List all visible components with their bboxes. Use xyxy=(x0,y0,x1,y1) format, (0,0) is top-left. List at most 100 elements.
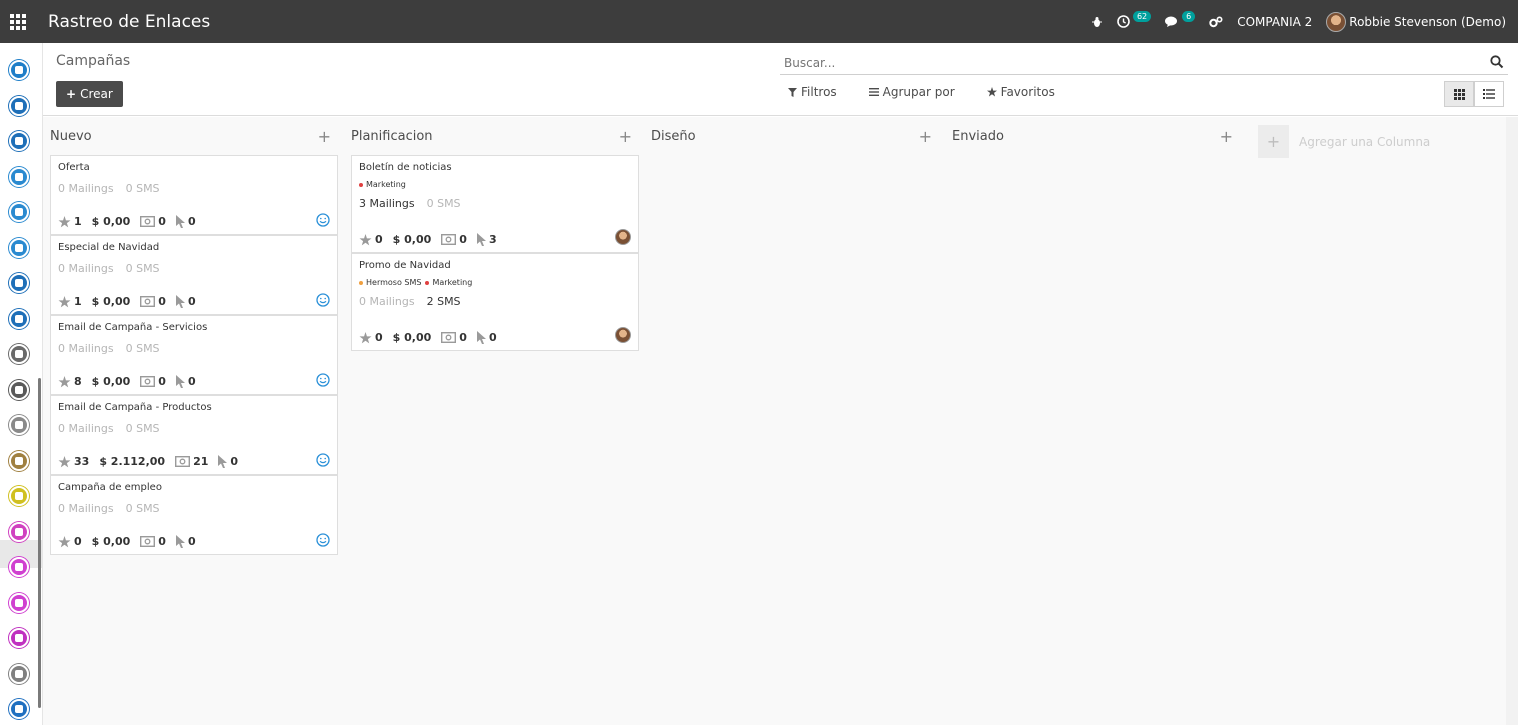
messages-button[interactable]: 6 xyxy=(1165,11,1196,28)
add-column[interactable]: + Agregar una Columna xyxy=(1258,125,1430,158)
sms-count[interactable]: 0 SMS xyxy=(126,262,160,275)
campaign-card[interactable]: Especial de Navidad 0 Mailings 0 SMS 1 $ 0,0… xyxy=(50,235,338,315)
settings-gear-icon[interactable] xyxy=(9,344,29,364)
column-header[interactable]: Planificacion + xyxy=(344,117,634,155)
tools-icon[interactable] xyxy=(9,379,29,400)
column-quick-add-icon[interactable]: + xyxy=(318,127,331,146)
favorites-dropdown[interactable]: Favoritos xyxy=(986,85,1055,99)
column-quick-add-icon[interactable]: + xyxy=(919,127,932,146)
kanban-column: Enviado + xyxy=(945,117,1235,155)
clicks-value: 0 xyxy=(187,375,196,388)
column-header[interactable]: Diseño + xyxy=(644,117,934,155)
search-input[interactable] xyxy=(780,55,1480,70)
add-column-label: Agregar una Columna xyxy=(1299,134,1431,149)
badge-icon[interactable] xyxy=(9,450,29,471)
filters-label: Filtros xyxy=(801,85,837,99)
sms-count[interactable]: 0 SMS xyxy=(126,342,160,355)
mailings-count[interactable]: 3 Mailings xyxy=(359,197,415,210)
user-menu[interactable]: Robbie Stevenson (Demo) xyxy=(1326,11,1506,32)
screen-glyph xyxy=(15,705,23,713)
create-button[interactable]: + Crear xyxy=(56,81,123,107)
grid-icon xyxy=(1453,88,1465,100)
smiley-status-icon[interactable] xyxy=(316,533,330,547)
website-icon[interactable] xyxy=(9,166,29,187)
stat-clicks: 3 xyxy=(476,233,497,246)
calendar-icon[interactable] xyxy=(9,415,29,435)
apps-menu-icon[interactable] xyxy=(0,0,36,43)
tag: Marketing xyxy=(425,278,472,287)
settings-gears-icon[interactable] xyxy=(1209,15,1223,28)
screen-icon[interactable] xyxy=(9,699,29,719)
company-switcher[interactable]: COMPANIA 2 xyxy=(1237,15,1312,29)
van-icon[interactable] xyxy=(9,308,29,329)
stat-revenue: $ 0,00 xyxy=(92,215,131,228)
stat-stars: 0 xyxy=(58,535,82,548)
stat-revenue: $ 0,00 xyxy=(393,331,432,344)
stat-quotes: 0 xyxy=(140,375,166,388)
globe-icon[interactable] xyxy=(9,202,29,222)
campaign-card[interactable]: Email de Campaña - Productos 0 Mailings 0 … xyxy=(50,395,338,475)
campaign-card[interactable]: Email de Campaña - Servicios 0 Mailings 0 … xyxy=(50,315,338,395)
activity-button[interactable]: 62 xyxy=(1117,11,1152,28)
smiley-status-icon[interactable] xyxy=(316,293,330,307)
responsible-avatar[interactable] xyxy=(615,327,631,343)
quotes-value: 21 xyxy=(193,455,209,468)
rocket-icon[interactable] xyxy=(9,273,29,293)
mailings-count[interactable]: 0 Mailings xyxy=(58,182,114,195)
list-view-button[interactable] xyxy=(1474,81,1504,107)
stat-clicks: 0 xyxy=(175,295,196,308)
stat-clicks: 0 xyxy=(175,535,196,548)
campaign-card[interactable]: Oferta 0 Mailings 0 SMS 1 $ 0,00 0 0 xyxy=(50,155,338,235)
campaign-title: Boletín de noticias xyxy=(359,162,452,173)
kanban-view-button[interactable] xyxy=(1444,81,1474,107)
mailings-count[interactable]: 0 Mailings xyxy=(58,422,114,435)
campaign-title: Especial de Navidad xyxy=(58,242,160,253)
campaign-card[interactable]: Campaña de empleo 0 Mailings 0 SMS 0 $ 0,00 0… xyxy=(50,475,338,555)
column-quick-add-icon[interactable]: + xyxy=(1220,127,1233,146)
column-quick-add-icon[interactable]: + xyxy=(619,127,632,146)
smiley-status-icon[interactable] xyxy=(316,373,330,387)
star-icon xyxy=(58,375,71,387)
stat-stars: 1 xyxy=(58,295,82,308)
van-glyph xyxy=(15,314,23,323)
filters-dropdown[interactable]: Filtros xyxy=(788,85,837,99)
column-header[interactable]: Enviado + xyxy=(945,117,1235,155)
responsible-avatar[interactable] xyxy=(615,229,631,245)
column-header[interactable]: Nuevo + xyxy=(43,117,333,155)
bars-icon xyxy=(868,88,879,96)
board-icon[interactable] xyxy=(9,486,29,506)
marketing-icon[interactable] xyxy=(9,663,29,684)
mailings-count[interactable]: 0 Mailings xyxy=(58,502,114,515)
smiley-status-icon[interactable] xyxy=(316,453,330,467)
mail-icon[interactable] xyxy=(9,592,29,613)
stat-quotes: 0 xyxy=(140,295,166,308)
team-icon[interactable] xyxy=(9,131,29,151)
car-icon[interactable] xyxy=(9,237,29,258)
campaign-card[interactable]: Boletín de noticias Marketing 3 Mailings 0 … xyxy=(351,155,639,253)
group-by-dropdown[interactable]: Agrupar por xyxy=(868,85,955,99)
smiley-status-icon[interactable] xyxy=(316,213,330,227)
link-tracker-icon[interactable] xyxy=(9,557,29,577)
search-icon[interactable] xyxy=(1490,55,1504,69)
campaign-card[interactable]: Promo de Navidad Hermoso SMS Marketing 0 Ma… xyxy=(351,253,639,351)
star-icon xyxy=(58,215,71,227)
add-column-plus-icon[interactable]: + xyxy=(1258,125,1289,158)
sms-count[interactable]: 0 SMS xyxy=(427,197,461,210)
mailings-count[interactable]: 0 Mailings xyxy=(58,342,114,355)
document-icon[interactable] xyxy=(9,95,29,116)
survey-icon[interactable] xyxy=(9,521,29,542)
sms-count[interactable]: 0 SMS xyxy=(126,422,160,435)
stat-clicks: 0 xyxy=(175,215,196,228)
sidebar-scrollbar[interactable] xyxy=(38,378,41,708)
sms-count[interactable]: 0 SMS xyxy=(126,502,160,515)
page-scrollbar[interactable] xyxy=(1506,117,1518,725)
sms-count[interactable]: 2 SMS xyxy=(427,295,461,308)
sms-count[interactable]: 0 SMS xyxy=(126,182,160,195)
mailings-count[interactable]: 0 Mailings xyxy=(359,295,415,308)
contacts-icon[interactable] xyxy=(9,60,29,80)
debug-bug-icon[interactable] xyxy=(1091,16,1103,28)
mailings-count[interactable]: 0 Mailings xyxy=(58,262,114,275)
sms-icon[interactable] xyxy=(9,628,29,648)
team-glyph xyxy=(15,137,23,145)
breadcrumb[interactable]: Campañas xyxy=(56,53,130,69)
